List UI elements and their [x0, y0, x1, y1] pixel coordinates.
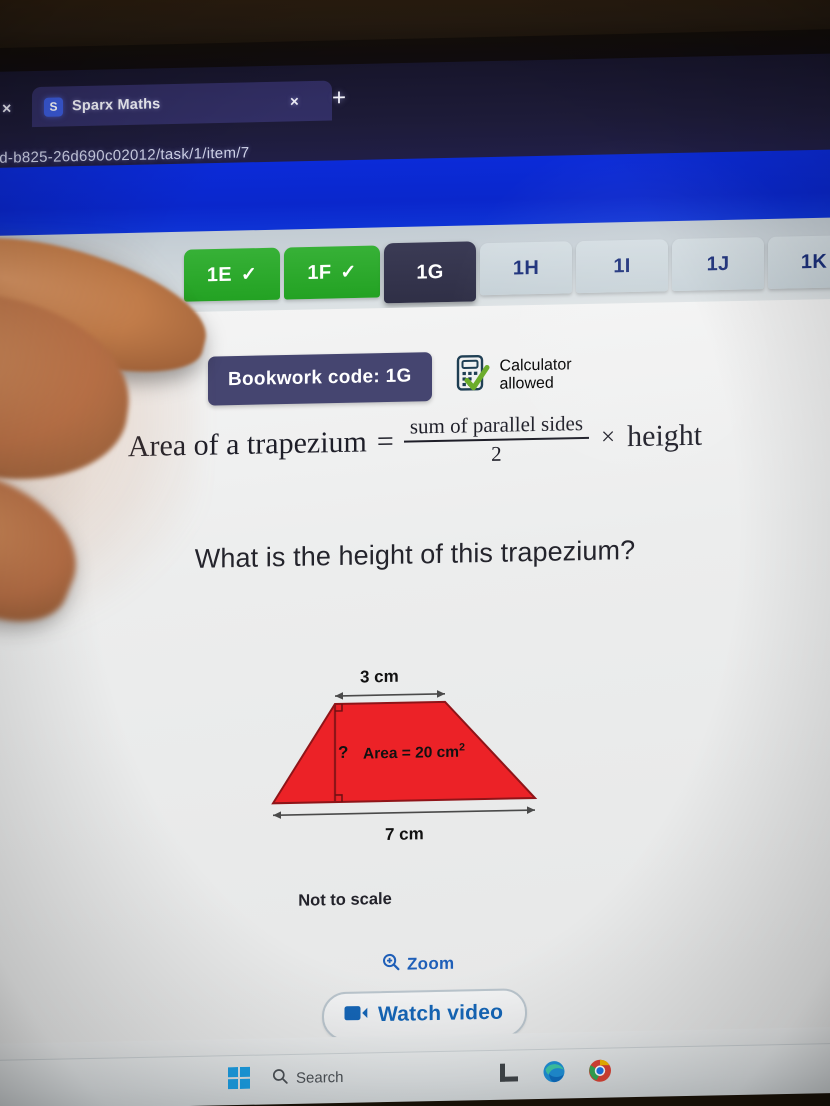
search-icon: [272, 1068, 288, 1088]
search-label: Search: [296, 1068, 344, 1087]
video-camera-icon: [344, 1003, 368, 1027]
trapezium-height-label: ?: [338, 742, 349, 762]
exercise-tab-label: 1E: [206, 263, 232, 286]
check-icon: ✓: [340, 261, 357, 283]
edge-browser-icon[interactable]: [542, 1059, 566, 1088]
formula-trapezium-area: Area of a trapezium = sum of parallel si…: [0, 407, 830, 476]
zoom-in-icon: [382, 953, 400, 976]
calculator-icon: [456, 354, 490, 398]
formula-lhs: Area of a trapezium: [127, 425, 367, 464]
zoom-button[interactable]: Zoom: [382, 952, 454, 976]
exercise-tab-label: 1I: [613, 254, 631, 277]
trapezium-area-label: Area = 20 cm2: [363, 741, 465, 763]
calculator-allowed-line1: Calculator: [499, 355, 572, 375]
area-text: Area = 20 cm: [363, 743, 460, 763]
sparx-favicon: S: [44, 96, 63, 117]
exercise-tab-1j[interactable]: 1J: [672, 237, 764, 292]
not-to-scale-note: Not to scale: [298, 889, 392, 910]
browser-tab-sparx-maths[interactable]: S Sparx Maths: [32, 80, 332, 128]
bookwork-code-badge: Bookwork code: 1G: [208, 352, 432, 406]
exercise-tab-1h[interactable]: 1H: [480, 241, 572, 296]
exercise-tab-label: 1G: [416, 260, 444, 284]
exercise-tab-1i[interactable]: 1I: [576, 239, 668, 294]
chrome-browser-icon[interactable]: [588, 1059, 612, 1088]
trapezium-top-label: 3 cm: [360, 666, 399, 687]
area-superscript: 2: [459, 741, 465, 754]
exercise-tab-1e[interactable]: 1E ✓: [184, 247, 280, 302]
close-icon[interactable]: ×: [290, 93, 299, 110]
close-icon-left[interactable]: ×: [2, 101, 11, 118]
watch-video-label: Watch video: [378, 1000, 504, 1027]
browser-tab-title: Sparx Maths: [72, 96, 161, 115]
exercise-tab-1f[interactable]: 1F ✓: [284, 245, 380, 300]
formula-denominator: 2: [491, 441, 502, 466]
question-meta-row: Bookwork code: 1G Calculator allowed: [208, 349, 572, 406]
exercise-tab-label: 1K: [800, 250, 828, 273]
exercise-tab-1g[interactable]: 1G: [384, 241, 476, 304]
trapezium-bottom-label: 7 cm: [385, 824, 424, 845]
trapezium-diagram: 3 cm 7 cm ? Area = 20 cm2: [255, 649, 585, 856]
exercise-tab-label: 1H: [512, 256, 540, 280]
exercise-tab-label: 1F: [307, 261, 332, 284]
zoom-label: Zoom: [407, 953, 455, 974]
exercise-tab-1k[interactable]: 1K: [768, 234, 830, 289]
windows-start-icon[interactable]: [228, 1066, 250, 1094]
calculator-allowed-line2: allowed: [499, 374, 554, 393]
formula-equals: =: [376, 424, 394, 459]
formula-fraction: sum of parallel sides 2: [403, 411, 590, 468]
plus-icon[interactable]: +: [332, 84, 346, 111]
question-page: Bookwork code: 1G Calculator allowed Are…: [0, 298, 830, 1076]
file-explorer-icon[interactable]: [498, 1061, 522, 1088]
formula-times: ×: [601, 423, 616, 451]
taskbar-search[interactable]: Search: [272, 1067, 344, 1088]
question-prompt: What is the height of this trapezium?: [194, 535, 636, 574]
formula-numerator: sum of parallel sides: [409, 411, 584, 439]
formula-rhs: height: [627, 418, 703, 454]
check-icon: ✓: [240, 263, 258, 285]
screenshot-root: × S Sparx Maths × + 6ed-b825-26d690c0201…: [0, 0, 830, 1106]
exercise-tab-label: 1J: [706, 252, 730, 275]
browser-tabstrip: × S Sparx Maths × +: [0, 61, 830, 132]
calculator-allowed-block: Calculator allowed: [456, 352, 572, 397]
